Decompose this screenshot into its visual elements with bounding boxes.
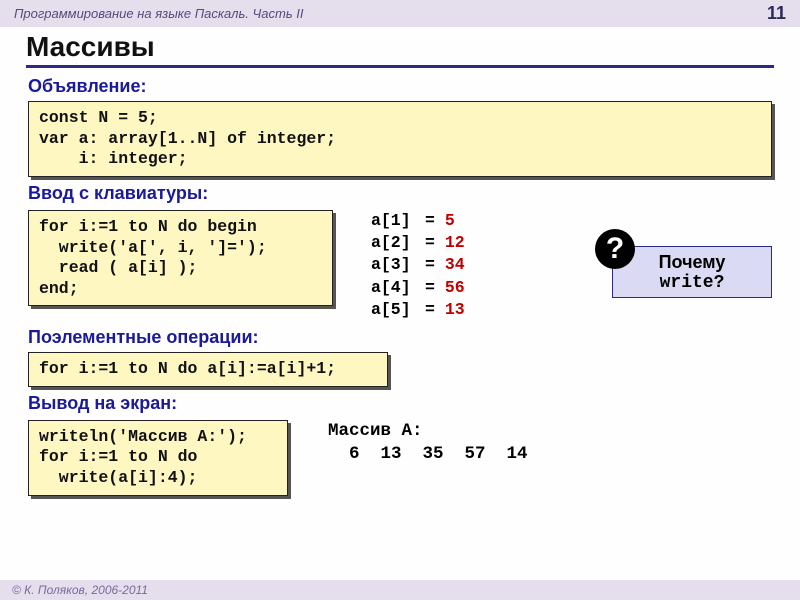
slide-header: Программирование на языке Паскаль. Часть… [0, 0, 800, 27]
code-declaration: const N = 5; var a: array[1..N] of integ… [28, 101, 772, 177]
sample-output: Массив A: 6 13 35 57 14 [328, 420, 528, 466]
header-title: Программирование на языке Паскаль. Часть… [14, 6, 304, 21]
code-ops: for i:=1 to N do a[i]:=a[i]+1; [28, 352, 388, 387]
code-output: writeln('Массив A:'); for i:=1 to N do w… [28, 420, 288, 496]
slide-footer: © К. Поляков, 2006-2011 [0, 580, 800, 600]
section-output-title: Вывод на экран: [28, 393, 780, 414]
question-callout: Почему write? [612, 246, 772, 298]
code-input: for i:=1 to N do begin write('a[', i, ']… [28, 210, 333, 307]
question-line2: write? [660, 273, 725, 293]
section-ops-title: Поэлементные операции: [28, 327, 780, 348]
question-mark-icon: ? [595, 229, 635, 269]
section-input-title: Ввод с клавиатуры: [28, 183, 780, 204]
page-number: 11 [767, 3, 786, 24]
question-line1: Почему [659, 252, 726, 273]
sample-input-list: a[1]= 5 a[2]= 12 a[3]= 34 a[4]= 56 a[5]=… [371, 210, 465, 321]
section-declaration-title: Объявление: [28, 76, 780, 97]
slide-title: Массивы [26, 31, 774, 68]
